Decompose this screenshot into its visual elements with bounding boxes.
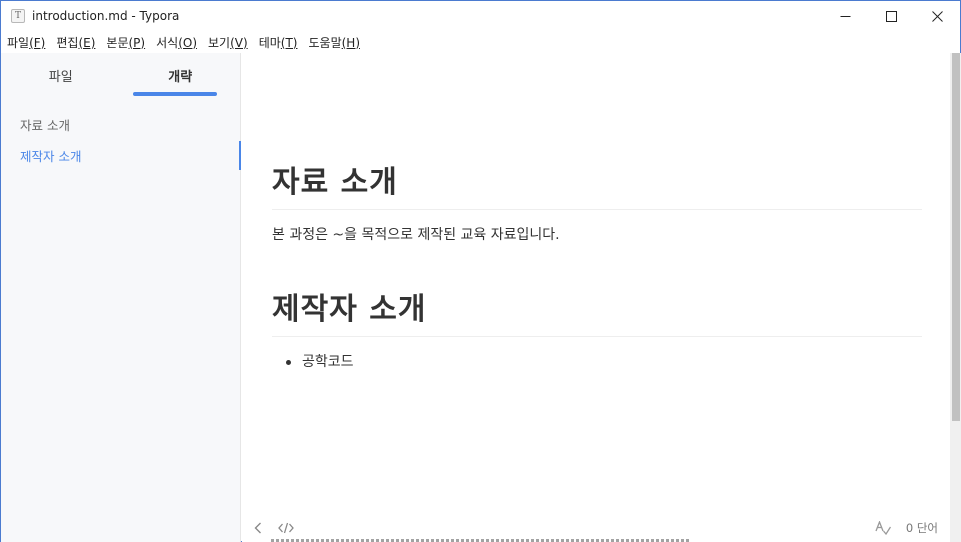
back-icon	[254, 522, 261, 533]
outline-item-author[interactable]: 제작자 소개	[1, 140, 241, 171]
menu-help-key: (H)	[341, 35, 360, 50]
toggle-sidebar-button[interactable]	[250, 513, 266, 542]
source-code-mode-button[interactable]	[276, 513, 296, 542]
title-bar: T introduction.md - Typora	[1, 1, 960, 31]
menu-theme-key: (T)	[280, 35, 298, 50]
menu-paragraph-key: (P)	[128, 35, 146, 50]
menu-format-label: 서식	[156, 35, 179, 50]
menu-format[interactable]: 서식(O)	[156, 34, 197, 51]
menu-help-label: 도움말	[308, 35, 342, 50]
scrollbar-thumb[interactable]	[952, 53, 960, 421]
menu-file[interactable]: 파일(F)	[7, 34, 45, 51]
heading-author[interactable]: 제작자 소개	[272, 290, 922, 337]
menu-edit-label: 편집	[56, 35, 79, 50]
menu-format-key: (O)	[178, 35, 198, 50]
spellcheck-button[interactable]	[874, 519, 892, 537]
status-bar: 0 단어	[242, 513, 950, 542]
maximize-icon	[885, 10, 897, 22]
menu-bar: 파일(F) 편집(E) 본문(P) 서식(O) 보기(V) 테마(T) 도움말(…	[1, 31, 960, 53]
active-tab-indicator	[133, 92, 217, 96]
document-content: 자료 소개 본 과정은 ~을 목적으로 제작된 교육 자료입니다. 제작자 소개…	[272, 163, 922, 373]
list-item[interactable]: 공학코드	[286, 351, 922, 373]
menu-paragraph-label: 본문	[106, 35, 129, 50]
menu-theme[interactable]: 테마(T)	[259, 34, 298, 51]
window-title: introduction.md - Typora	[32, 9, 180, 23]
typora-app-icon: T	[11, 9, 25, 23]
vertical-scrollbar[interactable]	[950, 53, 961, 542]
menu-theme-label: 테마	[258, 35, 281, 50]
menu-edit-key: (E)	[78, 35, 96, 50]
app-window: T introduction.md - Typora 파일(F) 편집(E) 본…	[0, 0, 961, 542]
minimize-button[interactable]	[822, 1, 868, 31]
source-code-icon	[278, 522, 294, 533]
window-controls	[822, 1, 960, 31]
menu-file-label: 파일	[7, 35, 30, 50]
maximize-button[interactable]	[868, 1, 914, 31]
outline-item-intro[interactable]: 자료 소개	[1, 109, 241, 140]
tab-files[interactable]: 파일	[1, 53, 121, 99]
menu-view-label: 보기	[208, 35, 231, 50]
menu-edit[interactable]: 편집(E)	[56, 34, 95, 51]
paragraph-intro[interactable]: 본 과정은 ~을 목적으로 제작된 교육 자료입니다.	[272, 224, 922, 246]
editor-area[interactable]: 자료 소개 본 과정은 ~을 목적으로 제작된 교육 자료입니다. 제작자 소개…	[242, 53, 950, 513]
heading-intro[interactable]: 자료 소개	[272, 163, 922, 210]
menu-view-key: (V)	[230, 35, 248, 50]
bullet-list: 공학코드	[272, 351, 922, 373]
sidebar: 파일 개략 자료 소개 제작자 소개	[1, 53, 241, 542]
close-icon	[931, 10, 943, 22]
close-button[interactable]	[914, 1, 960, 31]
outline-list: 자료 소개 제작자 소개	[1, 109, 241, 171]
minimize-icon	[840, 15, 850, 17]
sidebar-tabs: 파일 개략	[1, 53, 240, 99]
menu-help[interactable]: 도움말(H)	[308, 34, 360, 51]
menu-paragraph[interactable]: 본문(P)	[106, 34, 145, 51]
menu-view[interactable]: 보기(V)	[208, 34, 248, 51]
spellcheck-icon	[875, 520, 891, 535]
status-right-group: 0 단어	[874, 513, 938, 542]
word-count[interactable]: 0 단어	[906, 520, 938, 536]
menu-file-key: (F)	[29, 35, 46, 50]
